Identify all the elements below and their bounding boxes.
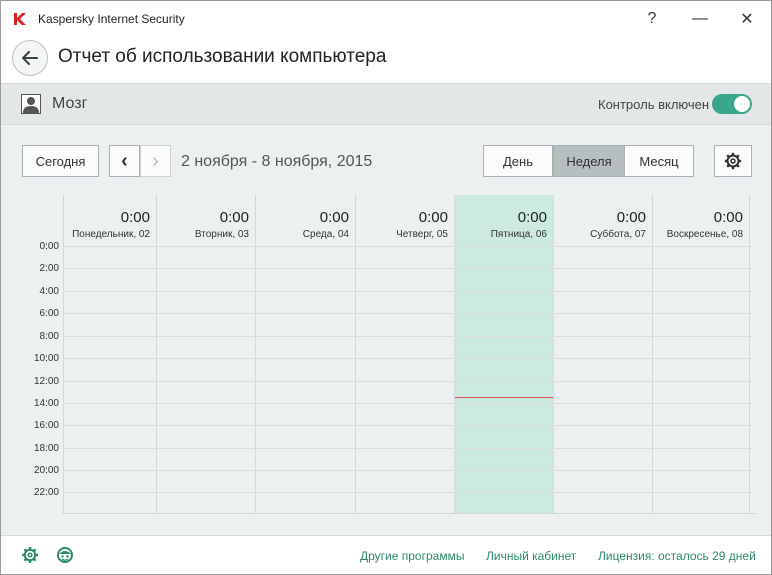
view-month-button[interactable]: Месяц [624,145,694,177]
time-label: 10:00 [33,353,59,364]
license-link[interactable]: Лицензия: осталось 29 дней [598,549,756,563]
time-label: 4:00 [39,286,59,297]
day-name: Воскресенье, 08 [666,229,743,240]
day-column-sat[interactable]: 0:00 Суббота, 07 [553,195,652,514]
report-area: Сегодня ‹ › 2 ноября - 8 ноября, 2015 Де… [1,125,771,535]
gear-icon [724,152,742,170]
prev-week-button[interactable]: ‹ [109,145,140,177]
control-toggle[interactable] [712,94,752,114]
time-label: 14:00 [33,398,59,409]
day-total-time: 0:00 [517,209,547,226]
close-button[interactable]: ✕ [732,5,762,33]
day-name: Четверг, 05 [396,229,448,240]
page-header: Отчет об использовании компьютера [1,37,771,83]
time-label: 12:00 [33,376,59,387]
time-label: 6:00 [39,308,59,319]
day-total-time: 0:00 [319,209,349,226]
grid-line [63,336,752,337]
time-label: 0:00 [39,241,59,252]
back-button[interactable] [12,40,48,76]
day-name: Среда, 04 [302,229,349,240]
other-programs-link[interactable]: Другие программы [360,549,464,563]
chevron-right-icon: › [152,149,159,172]
settings-gear-icon[interactable] [21,546,39,564]
weekly-usage-grid: 0:00 Понедельник, 02 0:00 Вторник, 03 0:… [21,195,757,514]
time-label: 8:00 [39,331,59,342]
footer-bar: Другие программы Личный кабинет Лицензия… [1,535,771,574]
user-avatar-icon [21,94,41,114]
day-name: Пятница, 06 [490,229,547,240]
arrow-left-icon [22,51,38,65]
grid-bottom-border [63,513,757,514]
day-total-time: 0:00 [616,209,646,226]
toggle-knob [734,96,750,112]
help-button[interactable]: ? [637,5,667,33]
support-agent-icon[interactable] [56,546,74,564]
grid-line [63,291,752,292]
grid-line [63,313,752,314]
day-column-sun[interactable]: 0:00 Воскресенье, 08 [652,195,750,514]
next-week-button[interactable]: › [140,145,171,177]
minimize-button[interactable]: — [685,5,715,33]
grid-line [63,492,752,493]
grid-line [63,470,752,471]
day-total-time: 0:00 [418,209,448,226]
today-button[interactable]: Сегодня [22,145,99,177]
settings-button[interactable] [714,145,752,177]
grid-line [63,425,752,426]
view-day-button[interactable]: День [483,145,553,177]
app-title: Kaspersky Internet Security [38,12,185,26]
view-week-button[interactable]: Неделя [553,145,625,177]
day-column-wed[interactable]: 0:00 Среда, 04 [255,195,355,514]
child-profile-bar: Мозг Контроль включен [1,83,771,125]
grid-line [63,246,752,247]
day-column-mon[interactable]: 0:00 Понедельник, 02 [63,195,156,514]
app-window: Kaspersky Internet Security ? — ✕ Отчет … [0,0,772,575]
time-label: 2:00 [39,263,59,274]
day-name: Понедельник, 02 [72,229,150,240]
child-name: Мозг [52,95,88,112]
time-label: 20:00 [33,465,59,476]
time-label: 22:00 [33,487,59,498]
page-title: Отчет об использовании компьютера [58,46,387,67]
grid-line [63,403,752,404]
day-total-time: 0:00 [120,209,150,226]
grid-line [63,381,752,382]
day-name: Суббота, 07 [590,229,646,240]
personal-cabinet-link[interactable]: Личный кабинет [486,549,576,563]
grid-line [63,268,752,269]
time-label: 16:00 [33,420,59,431]
grid-line [63,358,752,359]
day-column-thu[interactable]: 0:00 Четверг, 05 [355,195,454,514]
date-range-label: 2 ноября - 8 ноября, 2015 [181,153,373,170]
day-total-time: 0:00 [713,209,743,226]
time-label: 18:00 [33,443,59,454]
chevron-left-icon: ‹ [121,149,128,172]
day-name: Вторник, 03 [194,229,249,240]
current-time-indicator [455,397,553,398]
day-column-tue[interactable]: 0:00 Вторник, 03 [156,195,255,514]
day-column-fri[interactable]: 0:00 Пятница, 06 [454,195,553,514]
control-status-label: Контроль включен [598,97,710,112]
kaspersky-logo-icon [14,13,26,25]
day-total-time: 0:00 [219,209,249,226]
grid-line [63,448,752,449]
title-bar: Kaspersky Internet Security ? — ✕ [1,1,771,37]
